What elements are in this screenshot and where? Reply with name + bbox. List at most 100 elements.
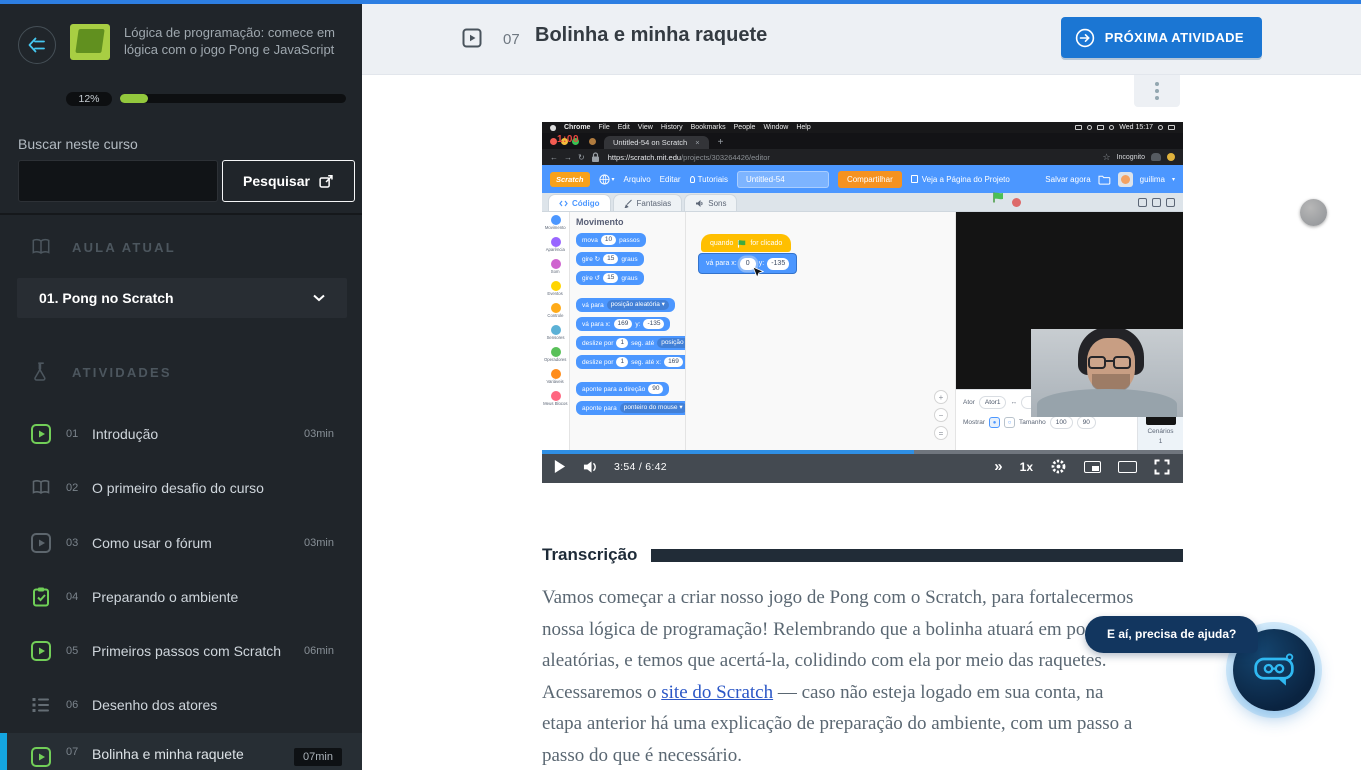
url-path: /projects/303264426/editor [681,153,770,162]
scratch-editor: Movimento Aparência Som Eventos Controle… [542,212,1183,450]
block-gire-cw: gire ↻15graus [576,252,644,266]
activity-duration: 07min [294,748,342,766]
course-title: Lógica de programação: comece em lógica … [124,24,342,58]
incognito-icon [1151,153,1161,161]
list-icon [30,694,52,716]
activity-label: Primeiros passos com Scratch [92,643,281,659]
menu-item: Help [796,124,810,131]
close-window-dot [550,138,557,145]
skip-forward-button[interactable]: » [994,458,1002,475]
settings-button[interactable] [1050,458,1067,475]
direction-field: 90 [1077,416,1096,429]
book-icon [30,236,52,258]
browser-back-icon: ← [550,153,558,162]
spotlight-icon [1158,125,1163,130]
activity-label: O primeiro desafio do curso [92,480,264,496]
activity-label: Preparando o ambiente [92,589,238,605]
time-display: 3:54 / 6:42 [614,461,667,473]
block-palette: Movimento mova10passos gire ↻15graus gir… [570,212,686,450]
activity-item-06[interactable]: 06 Desenho dos atores [0,678,362,732]
help-ch at-bubble[interactable]: E aí, precisa de ajuda? [1085,616,1258,653]
arrow-right-circle-icon [1075,28,1095,48]
save-status: Salvar agora [1045,175,1090,184]
green-flag-icon [992,190,1004,208]
zoom-out-icon: − [934,408,948,422]
fullscreen-button[interactable] [1154,459,1170,475]
activity-item-03[interactable]: 03 Como usar o fórum 03min [0,516,362,570]
instructor-shirt [1037,389,1177,417]
url-domain: https://scratch.mit.edu [608,153,681,162]
activity-label: Bolinha e minha raquete [92,746,244,762]
hide-eye-icon: ○ [1004,417,1015,428]
activity-item-02[interactable]: 02 O primeiro desafio do curso [0,461,362,515]
next-activity-button[interactable]: PRÓXIMA ATIVIDADE [1061,17,1262,58]
scratch-menu-item: Editar [660,175,681,184]
sprite-name-field: Ator1 [979,396,1007,409]
activity-item-04[interactable]: 04 Preparando o ambiente [0,570,362,624]
menu-item: People [734,124,756,131]
x-arrow-icon: ↔ [1010,399,1017,406]
video-play-icon [30,746,52,768]
show-label: Mostrar [963,419,985,426]
activity-number: 05 [66,645,86,657]
tutorials-menu-item: Tutoriais [690,175,728,184]
options-menu-button[interactable] [1134,75,1180,107]
activity-item-01[interactable]: 01 Introdução 03min [0,407,362,461]
volume-button[interactable] [583,460,600,474]
mouse-cursor [752,266,764,284]
chevron-down-icon [313,294,325,302]
activity-number: 03 [66,537,86,549]
stop-icon [1012,198,1021,207]
scratch-site-link[interactable]: site do Scratch [661,682,773,703]
browser-forward-icon: → [564,153,572,162]
menu-item: View [638,124,653,131]
sprite-label: Ator [963,399,975,406]
macos-menubar: Chrome File Edit View History Bookmarks … [542,122,1183,133]
category-eventos: Eventos [542,281,569,297]
collapse-sidebar-button[interactable] [18,26,56,64]
block-va-para-xy: vá para x:169y:-135 [576,317,670,331]
sidebar-divider [0,213,362,215]
course-search-input[interactable] [18,160,218,202]
script-canvas: quando for clicado vá para x: 0 y: -135 … [686,212,955,450]
search-button-label: Pesquisar [243,173,310,189]
pip-button[interactable] [1084,461,1101,473]
search-button[interactable]: Pesquisar [222,160,355,202]
activity-number: 07 [66,746,86,758]
brush-icon [624,199,633,208]
category-movimento: Movimento [542,215,569,231]
page-title: Bolinha e minha raquete [535,24,767,47]
transcript-header: Transcrição [542,545,1183,565]
folder-icon [1098,174,1111,185]
theater-mode-button[interactable] [1118,461,1137,473]
tab-sons: Sons [684,194,737,211]
activity-duration: 06min [304,645,334,657]
video-player[interactable]: Chrome File Edit View History Bookmarks … [542,122,1183,483]
language-globe-icon [599,174,610,185]
lesson-dropdown[interactable]: 01. Pong no Scratch [17,278,347,318]
browser-tabstrip: 1:00 Untitled-54 on Scratch × + [542,133,1183,149]
block-va-para: vá paraposição aleatória ▾ [576,298,675,312]
block-aponte-direcao: aponte para a direção90 [576,382,669,396]
block-gire-ccw: gire ↺15graus [576,271,644,285]
progress-percent-badge: 12% [66,92,112,106]
cursor-dot [1300,199,1327,226]
menu-item: Edit [618,124,630,131]
activity-number: 01 [66,428,86,440]
progress-fill [120,94,148,103]
green-flag-icon [737,239,746,248]
progress-bar[interactable] [542,450,1183,454]
flask-icon [30,361,52,383]
glasses-icon [1088,356,1106,369]
tab-fantasias: Fantasias [613,194,683,211]
play-button[interactable] [553,459,566,474]
activity-item-05[interactable]: 05 Primeiros passos com Scratch 06min [0,624,362,678]
video-play-icon [30,640,52,662]
close-tab-icon: × [695,138,699,147]
backdrops-count: 1 [1159,438,1163,445]
bookmark-star-icon: ☆ [1103,152,1111,163]
playback-speed-button[interactable]: 1x [1020,460,1033,474]
lesson-header: 07 Bolinha e minha raquete PRÓXIMA ATIVI… [362,4,1361,75]
next-activity-label: PRÓXIMA ATIVIDADE [1105,30,1244,45]
activity-item-07-current[interactable]: 07 Bolinha e minha raquete 07min [0,733,362,770]
